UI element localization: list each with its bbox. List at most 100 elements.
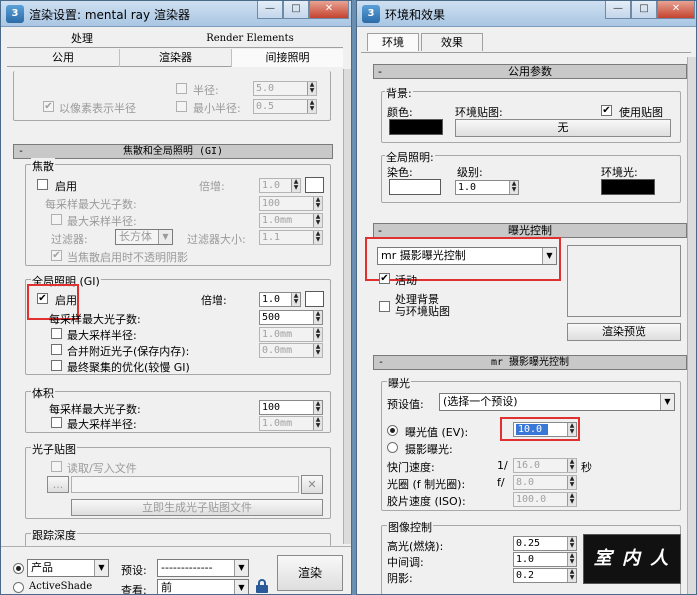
close-icon: ✕ <box>307 478 317 491</box>
use-map-checkbox[interactable]: ✔ <box>601 105 612 116</box>
tab-indirect-illumination[interactable]: 间接照明 <box>231 49 343 67</box>
gi-multiplier-spinner[interactable]: ▲▼ <box>259 292 301 307</box>
caustics-opaque-checkbox[interactable]: ✔ <box>51 250 62 261</box>
iso-value[interactable] <box>514 493 566 506</box>
midtones-spinner[interactable]: ▲▼ <box>513 552 577 567</box>
tab-processing[interactable]: 处理 <box>7 30 157 48</box>
pixels-checkbox[interactable]: ✔ <box>43 101 54 112</box>
ambient-swatch[interactable] <box>601 179 655 195</box>
caustics-filter-size-spinner[interactable]: ▲▼ <box>259 230 323 245</box>
shadows-value[interactable] <box>514 569 566 582</box>
bg-color-swatch[interactable] <box>389 119 443 135</box>
ev-value[interactable] <box>516 424 548 435</box>
gi-merge-value[interactable] <box>260 344 312 357</box>
level-label: 级别: <box>457 166 483 179</box>
caustics-filter-size-value[interactable] <box>260 231 312 244</box>
exposure-control-rollout-header[interactable]: - 曝光控制 <box>373 223 687 238</box>
browse-button[interactable]: ... <box>47 476 69 493</box>
gi-multiplier-value[interactable] <box>260 293 290 306</box>
caustics-max-radius-value[interactable] <box>260 214 312 227</box>
exposure-preset-select[interactable]: (选择一个预设) ▼ <box>439 393 675 411</box>
aperture-spinner[interactable]: ▲▼ <box>513 475 577 490</box>
scrollbar[interactable] <box>343 69 351 544</box>
gi-max-radius-spinner[interactable]: ▲▼ <box>259 327 323 342</box>
ev-radio[interactable] <box>387 425 398 436</box>
gi-max-photons-spinner[interactable]: ▲▼ <box>259 310 323 325</box>
gi-max-radius-value[interactable] <box>260 328 312 341</box>
volume-max-photons-spinner[interactable]: ▲▼ <box>259 400 323 415</box>
maximize-button[interactable]: □ <box>631 1 657 19</box>
caustics-filter-select[interactable]: 长方体 ▼ <box>115 229 173 245</box>
caustics-multiplier-value[interactable] <box>260 179 290 192</box>
min-radius-spinner[interactable]: ▲▼ <box>253 99 317 114</box>
aperture-value[interactable] <box>514 476 566 489</box>
scrollbar[interactable] <box>687 57 696 594</box>
render-preview-button[interactable]: 渲染预览 <box>567 323 681 341</box>
process-bg-checkbox[interactable] <box>379 301 390 312</box>
gi-merge-checkbox[interactable] <box>51 344 62 355</box>
gi-rollout-header[interactable]: - 焦散和全局照明 (GI) <box>13 144 333 159</box>
caustics-max-photons-value[interactable] <box>260 197 312 210</box>
render-setup-window: 3 渲染设置: mental ray 渲染器 — □ ✕ 处理 Render E… <box>0 0 352 595</box>
tab-render-elements[interactable]: Render Elements <box>157 30 343 48</box>
radius-checkbox[interactable] <box>176 83 187 94</box>
caustics-multiplier-spinner[interactable]: ▲▼ <box>259 178 301 193</box>
shadows-spinner[interactable]: ▲▼ <box>513 568 577 583</box>
minimize-button[interactable]: — <box>257 1 283 19</box>
preset-select[interactable]: ------------- ▼ <box>157 559 249 577</box>
shutter-spinner[interactable]: ▲▼ <box>513 458 577 473</box>
gi-max-radius-checkbox[interactable] <box>51 328 62 339</box>
activeshade-radio[interactable] <box>13 582 24 593</box>
shutter-value[interactable] <box>514 459 566 472</box>
gi-color-swatch[interactable] <box>305 291 324 307</box>
exposure-type-select[interactable]: mr 摄影曝光控制 ▼ <box>377 247 557 265</box>
caustics-enable-checkbox[interactable] <box>37 179 48 190</box>
min-radius-checkbox[interactable] <box>176 101 187 112</box>
volume-max-radius-checkbox[interactable] <box>51 417 62 428</box>
common-params-rollout-header[interactable]: - 公用参数 <box>373 64 687 79</box>
ev-spinner[interactable]: ▲▼ <box>513 422 577 437</box>
gi-max-photons-value[interactable] <box>260 311 312 324</box>
clear-file-button[interactable]: ✕ <box>301 475 323 494</box>
env-map-button[interactable]: 无 <box>455 119 671 137</box>
render-button[interactable]: 渲染 <box>277 555 343 591</box>
caustics-max-radius-spinner[interactable]: ▲▼ <box>259 213 323 228</box>
tab-common[interactable]: 公用 <box>7 49 119 67</box>
volume-max-photons-value[interactable] <box>260 401 312 414</box>
read-write-checkbox[interactable] <box>51 461 62 472</box>
minimize-button[interactable]: — <box>605 1 631 19</box>
mr-exposure-rollout-header[interactable]: - mr 摄影曝光控制 <box>373 355 687 370</box>
tab-environment[interactable]: 环境 <box>367 33 419 51</box>
view-select[interactable]: 前 ▼ <box>157 579 249 594</box>
gi-optimize-checkbox[interactable] <box>51 360 62 371</box>
product-select[interactable]: 产品 ▼ <box>27 559 109 577</box>
volume-max-radius-spinner[interactable]: ▲▼ <box>259 416 323 431</box>
active-checkbox[interactable]: ✔ <box>379 273 390 284</box>
level-spinner[interactable]: ▲▼ <box>455 180 519 195</box>
volume-max-radius-value[interactable] <box>260 417 312 430</box>
midtones-value[interactable] <box>514 553 566 566</box>
tab-renderer[interactable]: 渲染器 <box>119 49 231 67</box>
highlights-value[interactable] <box>514 537 566 550</box>
tint-swatch[interactable] <box>389 179 441 195</box>
product-radio[interactable] <box>13 563 24 574</box>
gi-enable-checkbox[interactable]: ✔ <box>37 293 48 304</box>
generate-photon-map-button[interactable]: 立即生成光子贴图文件 <box>71 499 323 516</box>
caustics-color-swatch[interactable] <box>305 177 324 193</box>
lock-icon[interactable] <box>255 579 269 594</box>
close-button[interactable]: ✕ <box>309 1 349 19</box>
highlights-spinner[interactable]: ▲▼ <box>513 536 577 551</box>
caustics-max-radius-checkbox[interactable] <box>51 214 62 225</box>
tab-effects[interactable]: 效果 <box>421 33 483 51</box>
level-value[interactable] <box>456 181 508 194</box>
min-radius-value[interactable] <box>254 100 306 113</box>
radius-spinner[interactable]: ▲▼ <box>253 81 317 96</box>
radius-value[interactable] <box>254 82 306 95</box>
close-button[interactable]: ✕ <box>657 1 695 19</box>
photo-exposure-radio[interactable] <box>387 442 398 453</box>
iso-spinner[interactable]: ▲▼ <box>513 492 577 507</box>
gi-merge-spinner[interactable]: ▲▼ <box>259 343 323 358</box>
caustics-max-photons-spinner[interactable]: ▲▼ <box>259 196 323 211</box>
maximize-button[interactable]: □ <box>283 1 309 19</box>
photon-file-field[interactable] <box>71 476 299 493</box>
